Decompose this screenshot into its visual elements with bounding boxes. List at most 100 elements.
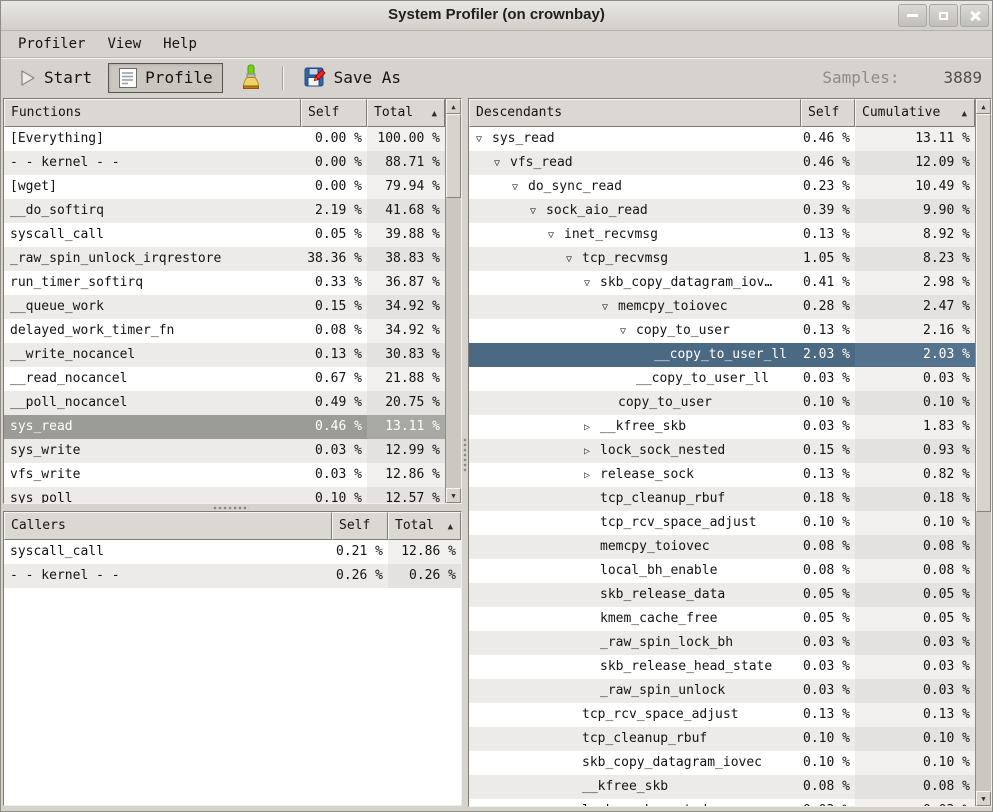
tree-expander-icon[interactable]: ▽ [494,152,510,175]
callers-total-column-header[interactable]: Total▲ [388,512,461,540]
descendant-row[interactable]: kmem_cache_free 0.05 % 0.05 % [469,607,975,631]
tree-expander-icon[interactable]: ▽ [530,200,546,223]
caller-row[interactable]: syscall_call 0.21 % 12.86 % [4,540,461,564]
function-total-percent: 12.57 % [367,487,445,503]
function-row[interactable]: delayed_work_timer_fn 0.08 % 34.92 % [4,319,445,343]
descendant-row[interactable]: ▽sock_aio_read 0.39 % 9.90 % [469,199,975,223]
scroll-down-arrow-icon[interactable]: ▼ [976,791,991,806]
function-row[interactable]: [Everything] 0.00 % 100.00 % [4,127,445,151]
descendant-row[interactable]: tcp_rcv_space_adjust 0.13 % 0.13 % [469,703,975,727]
descendant-row[interactable]: _raw_spin_lock_bh 0.03 % 0.03 % [469,631,975,655]
functions-vertical-scrollbar[interactable]: ▲ ▼ [445,99,461,503]
descendant-row[interactable]: copy_to_user 0.10 % 0.10 % [469,391,975,415]
descendant-row[interactable]: __copy_to_user_ll 2.03 % 2.03 % [469,343,975,367]
menu-item[interactable]: Help [152,32,208,57]
descendant-cumulative-percent: 0.03 % [855,655,975,679]
functions-total-column-header[interactable]: Total▲ [367,99,445,127]
caller-row[interactable]: - - kernel - - 0.26 % 0.26 % [4,564,461,588]
descendants-cumulative-column-header[interactable]: Cumulative▲ [855,99,975,127]
function-row[interactable]: [wget] 0.00 % 79.94 % [4,175,445,199]
descendant-row[interactable]: skb_release_data 0.05 % 0.05 % [469,583,975,607]
start-button[interactable]: Start [9,63,102,93]
descendants-self-column-header[interactable]: Self [801,99,855,127]
descendants-vertical-scrollbar[interactable]: ▲ ▼ [975,99,991,806]
descendant-row[interactable]: ▽vfs_read 0.46 % 12.09 % [469,151,975,175]
descendant-row[interactable]: __kfree_skb 0.08 % 0.08 % [469,775,975,799]
tree-expander-icon[interactable]: ▷ [584,440,600,463]
tree-expander-icon[interactable]: ▽ [602,296,618,319]
tree-expander-icon[interactable]: ▽ [548,224,564,247]
function-row[interactable]: __queue_work 0.15 % 34.92 % [4,295,445,319]
tree-expander-icon[interactable]: ▷ [584,464,600,487]
tree-expander-icon[interactable]: ▽ [566,248,582,271]
tree-expander-icon[interactable]: ▽ [584,272,600,295]
descendant-row[interactable]: tcp_cleanup_rbuf 0.18 % 0.18 % [469,487,975,511]
function-row[interactable]: __read_nocancel 0.67 % 21.88 % [4,367,445,391]
functions-callers-splitter[interactable] [3,504,462,511]
function-row[interactable]: vfs_write 0.03 % 12.86 % [4,463,445,487]
function-row[interactable]: sys_read 0.46 % 13.11 % [4,415,445,439]
descendant-row[interactable]: lock_sock_nested 0.03 % 0.03 % [469,799,975,806]
descendant-row[interactable]: local_bh_enable 0.08 % 0.08 % [469,559,975,583]
menubar: Profiler View Help [1,31,992,58]
reset-button[interactable] [229,63,273,93]
callers-column-header[interactable]: Callers [4,512,332,540]
tree-expander-icon[interactable]: ▽ [512,176,528,199]
function-row[interactable]: _raw_spin_unlock_irqrestore 38.36 % 38.8… [4,247,445,271]
functions-self-column-header[interactable]: Self [301,99,367,127]
descendant-row[interactable]: ▽copy_to_user 0.13 % 2.16 % [469,319,975,343]
functions-scrollbar-thumb[interactable] [446,114,461,198]
descendant-row[interactable]: ▽do_sync_read 0.23 % 10.49 % [469,175,975,199]
function-row[interactable]: syscall_call 0.05 % 39.88 % [4,223,445,247]
descendant-row[interactable]: ▽tcp_recvmsg 1.05 % 8.23 % [469,247,975,271]
descendant-row[interactable]: ▽sys_read 0.46 % 13.11 % [469,127,975,151]
function-total-percent: 12.86 % [367,463,445,487]
descendant-row[interactable]: memcpy_toiovec 0.08 % 0.08 % [469,535,975,559]
function-row[interactable]: __write_nocancel 0.13 % 30.83 % [4,343,445,367]
function-row[interactable]: sys_poll 0.10 % 12.57 % [4,487,445,503]
menu-item[interactable]: View [96,32,152,57]
save-as-button[interactable]: Save As [293,63,411,93]
functions-column-header[interactable]: Functions [4,99,301,127]
self-column-label: Self [339,518,370,533]
function-total-percent: 41.68 % [367,199,445,223]
descendant-name-cell: ▽tcp_recvmsg [469,247,801,271]
function-row[interactable]: __do_softirq 2.19 % 41.68 % [4,199,445,223]
scroll-up-arrow-icon[interactable]: ▲ [976,99,991,114]
profile-toggle-button[interactable]: Profile [108,63,222,93]
descendant-row[interactable]: __copy_to_user_ll 0.03 % 0.03 % [469,367,975,391]
caller-name: - - kernel - - [4,564,332,588]
maximize-button[interactable] [929,4,958,27]
descendant-row[interactable]: tcp_cleanup_rbuf 0.10 % 0.10 % [469,727,975,751]
descendant-row[interactable]: ▷__kfree_skb 0.03 % 1.83 % [469,415,975,439]
function-row[interactable]: sys_write 0.03 % 12.99 % [4,439,445,463]
descendant-cumulative-percent: 0.93 % [855,439,975,463]
descendant-row[interactable]: skb_copy_datagram_iovec 0.10 % 0.10 % [469,751,975,775]
descendant-row[interactable]: tcp_rcv_space_adjust 0.10 % 0.10 % [469,511,975,535]
menu-item[interactable]: Profiler [7,32,96,57]
tree-expander-icon[interactable]: ▷ [584,416,600,439]
minimize-button[interactable] [898,4,927,27]
tree-expander-icon[interactable]: ▽ [476,128,492,151]
function-row[interactable]: __poll_nocancel 0.49 % 20.75 % [4,391,445,415]
descendant-row[interactable]: ▽skb_copy_datagram_iov… 0.41 % 2.98 % [469,271,975,295]
callers-self-column-header[interactable]: Self [332,512,388,540]
function-name: __read_nocancel [4,367,301,391]
function-self-percent: 0.05 % [301,223,367,247]
close-button[interactable] [960,4,989,27]
descendant-name: do_sync_read [528,179,622,194]
descendant-row[interactable]: ▽memcpy_toiovec 0.28 % 2.47 % [469,295,975,319]
descendants-column-header[interactable]: Descendants [469,99,801,127]
descendant-row[interactable]: ▷lock_sock_nested 0.15 % 0.93 % [469,439,975,463]
total-column-label: Total [395,518,434,533]
descendant-row[interactable]: ▷release_sock 0.13 % 0.82 % [469,463,975,487]
descendant-row[interactable]: skb_release_head_state 0.03 % 0.03 % [469,655,975,679]
descendant-row[interactable]: ▽inet_recvmsg 0.13 % 8.92 % [469,223,975,247]
tree-expander-icon[interactable]: ▽ [620,320,636,343]
descendant-row[interactable]: _raw_spin_unlock 0.03 % 0.03 % [469,679,975,703]
scroll-up-arrow-icon[interactable]: ▲ [446,99,461,114]
descendants-scrollbar-thumb[interactable] [976,114,991,512]
function-row[interactable]: - - kernel - - 0.00 % 88.71 % [4,151,445,175]
function-row[interactable]: run_timer_softirq 0.33 % 36.87 % [4,271,445,295]
scroll-down-arrow-icon[interactable]: ▼ [446,488,461,503]
